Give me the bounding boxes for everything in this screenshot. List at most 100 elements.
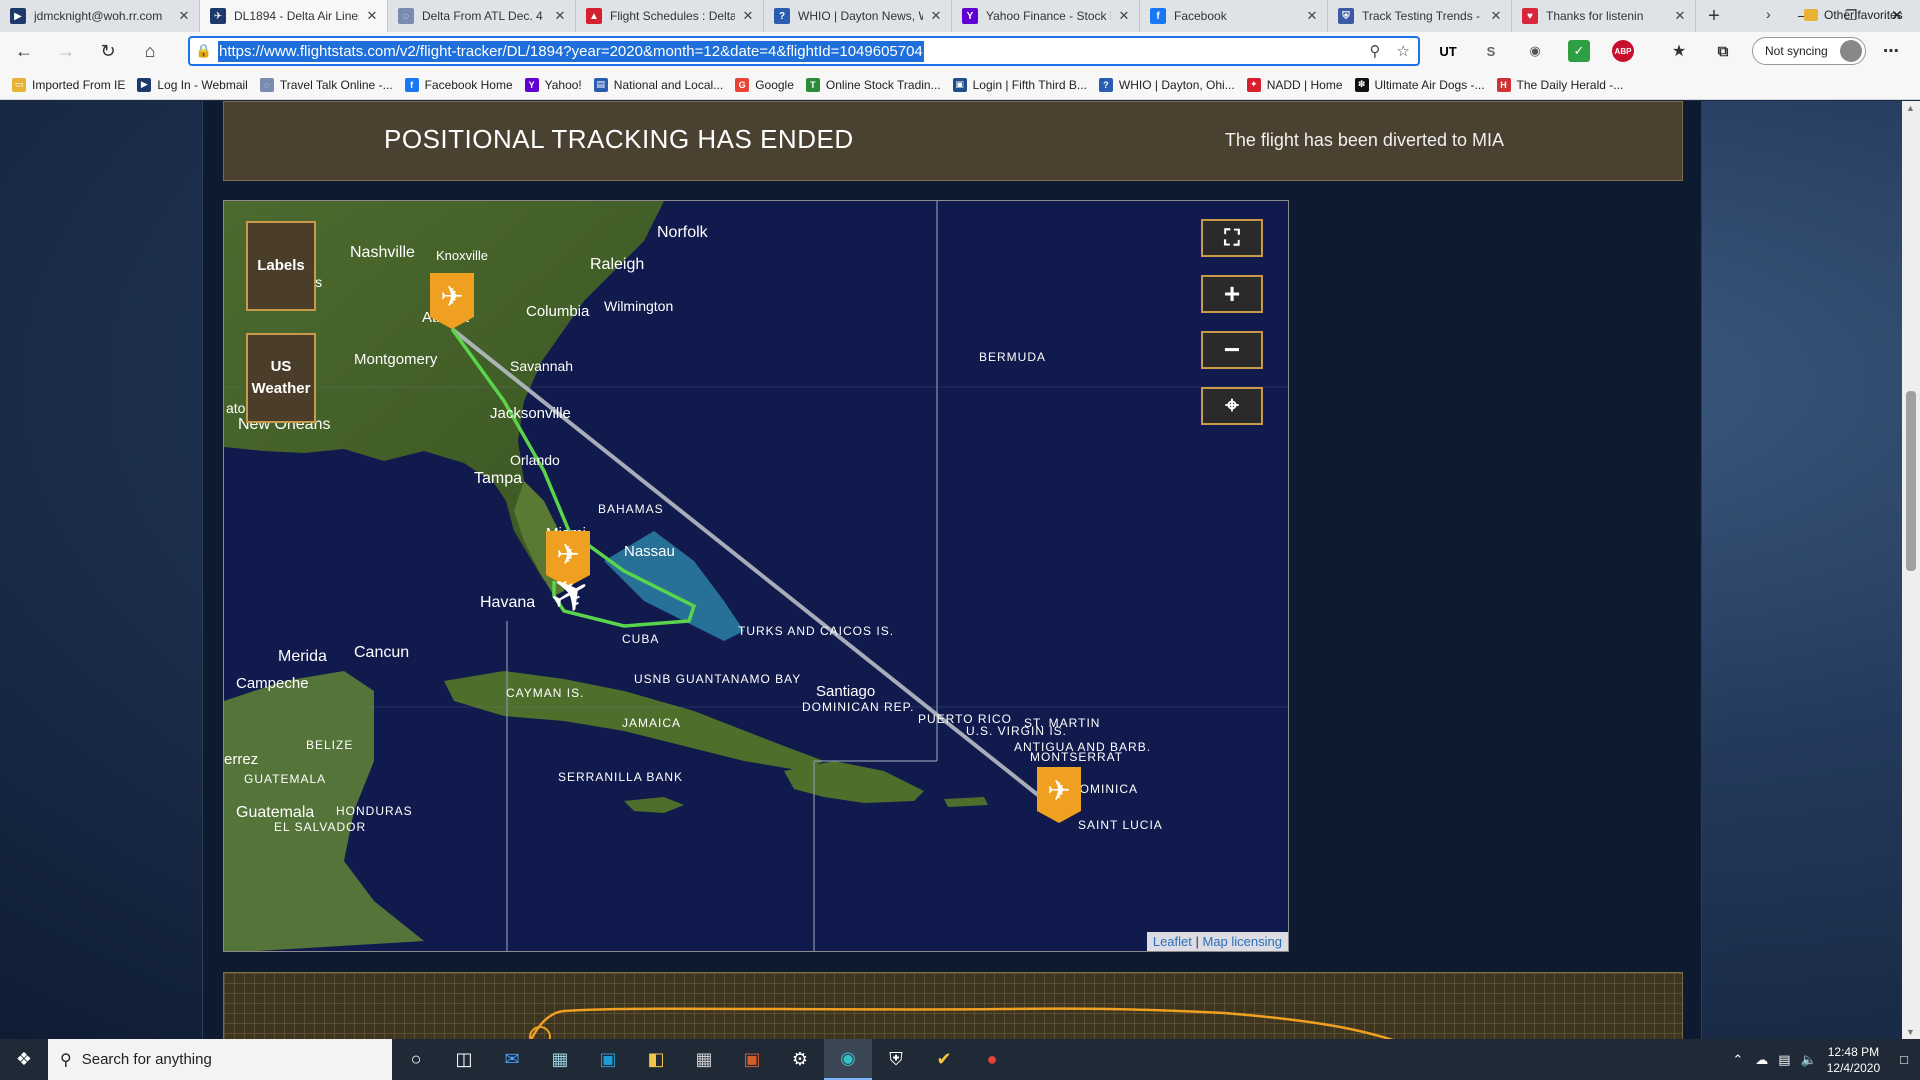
tab-close-icon[interactable]: ✕ [365, 8, 379, 24]
forward-button[interactable]: → [48, 36, 84, 66]
locate-crosshair-icon[interactable]: ⌖ [1201, 387, 1263, 425]
back-button[interactable]: ← [6, 36, 42, 66]
edge-browser-icon[interactable]: ◉ [824, 1039, 872, 1080]
new-tab-button[interactable]: + [1696, 0, 1732, 32]
tab-close-icon[interactable]: ✕ [1673, 8, 1687, 24]
bookmark-item[interactable]: ▣ Login | Fifth Third B... [952, 77, 1087, 92]
taskbar-search[interactable]: ⚲ Search for anything [48, 1039, 392, 1080]
extension-adblock-icon[interactable]: ABP [1612, 40, 1634, 62]
tab-strip: ▶ jdmcknight@woh.rr.com ✕ ✈ DL1894 - Delta A… [0, 0, 1920, 32]
search-icon[interactable]: ⚲ [1370, 42, 1381, 60]
bookmark-item[interactable]: ✽ Ultimate Air Dogs -... [1354, 77, 1485, 92]
bookmark-item[interactable]: ▭ Imported From IE [12, 77, 125, 92]
tab-close-icon[interactable]: ✕ [1489, 8, 1503, 24]
bookmark-item[interactable]: f Facebook Home [404, 77, 513, 92]
browser-tab[interactable]: f Facebook ✕ [1140, 0, 1328, 32]
bookmark-item[interactable]: ▶ Log In - Webmail [137, 77, 248, 92]
cortana-icon[interactable]: ○ [392, 1039, 440, 1080]
collections-icon[interactable]: ⧉ [1712, 40, 1734, 62]
browser-tab[interactable]: ◌ Delta From ATL Dec. 4 ✕ [388, 0, 576, 32]
bookmark-item[interactable]: T Online Stock Tradin... [805, 77, 941, 92]
volume-icon[interactable]: 🔈 [1801, 1052, 1817, 1068]
favorites-icon[interactable]: ★ [1668, 40, 1690, 62]
tab-close-icon[interactable]: ✕ [1117, 8, 1131, 24]
bookmark-item[interactable]: ▤ National and Local... [593, 77, 723, 92]
security-shield-icon[interactable]: ⛨ [872, 1039, 920, 1080]
tab-close-icon[interactable]: ✕ [1305, 8, 1319, 24]
tab-close-icon[interactable]: ✕ [553, 8, 567, 24]
address-bar[interactable]: 🔒 https://www.flightstats.com/v2/flight-… [188, 36, 1420, 66]
tab-close-icon[interactable]: ✕ [929, 8, 943, 24]
extension-s-icon[interactable]: S [1480, 40, 1502, 62]
tray-chevron-icon[interactable]: ⌃ [1732, 1052, 1743, 1068]
browser-tab[interactable]: ▲ Flight Schedules : Delta ✕ [576, 0, 764, 32]
lock-icon[interactable]: 🔒 [190, 43, 218, 59]
clock[interactable]: 12:48 PM 12/4/2020 [1827, 1044, 1880, 1076]
file-explorer-icon[interactable]: ◧ [632, 1039, 680, 1080]
windows-start-icon[interactable]: ❖ [0, 1039, 48, 1080]
map-licensing-link[interactable]: Map licensing [1203, 934, 1283, 949]
scrollbar-thumb[interactable] [1906, 391, 1916, 571]
tab-title: jdmcknight@woh.rr.com [34, 9, 163, 23]
store-icon[interactable]: ▦ [536, 1039, 584, 1080]
page-scrollbar[interactable]: ▲ ▼ [1902, 101, 1920, 1039]
bookmark-item[interactable]: ? WHIO | Dayton, Ohi... [1098, 77, 1235, 92]
search-icon: ⚲ [60, 1051, 72, 1069]
tab-close-icon[interactable]: ✕ [741, 8, 755, 24]
browser-tab[interactable]: Y Yahoo Finance - Stock M ✕ [952, 0, 1140, 32]
leaflet-link[interactable]: Leaflet [1153, 934, 1192, 949]
url-text[interactable]: https://www.flightstats.com/v2/flight-tr… [218, 40, 924, 62]
app-red-icon[interactable]: ▣ [728, 1039, 776, 1080]
destination-marker-sxm[interactable]: ✈ [1037, 767, 1081, 823]
scroll-up-icon[interactable]: ▲ [1906, 103, 1915, 113]
browser-tab[interactable]: ♥ Thanks for listenin ✕ [1512, 0, 1696, 32]
home-button[interactable]: ⌂ [132, 36, 168, 66]
browser-tab[interactable]: ? WHIO | Dayton News, W ✕ [764, 0, 952, 32]
zoom-in-button[interactable]: + [1201, 275, 1263, 313]
tab-favicon-icon: ◌ [398, 8, 414, 24]
browser-tab[interactable]: ✈ DL1894 - Delta Air Lines ✕ [200, 0, 388, 32]
zoom-out-button[interactable]: − [1201, 331, 1263, 369]
map-canvas[interactable]: Norfolk Nashville Knoxville Raleigh Wilmingt… [224, 201, 1289, 952]
bookmark-item[interactable]: G Google [735, 77, 794, 92]
labels-toggle-button[interactable]: Labels [246, 221, 316, 311]
bookmark-label: Ultimate Air Dogs -... [1374, 77, 1485, 92]
weather-button-line1: US [270, 358, 292, 375]
bookmark-item[interactable]: ✦ NADD | Home [1246, 77, 1343, 92]
extension-check-icon[interactable]: ✓ [1568, 40, 1590, 62]
scroll-down-icon[interactable]: ▼ [1906, 1027, 1915, 1037]
browser-tab[interactable]: ⛨ Track Testing Trends - A ✕ [1328, 0, 1512, 32]
browser-tab[interactable]: ▶ jdmcknight@woh.rr.com ✕ [0, 0, 200, 32]
task-view-icon[interactable]: ◫ [440, 1039, 488, 1080]
svg-text:✈: ✈ [440, 280, 463, 313]
altitude-profile [529, 1007, 1395, 1039]
network-icon[interactable]: ▤ [1778, 1052, 1790, 1068]
us-weather-toggle-button[interactable]: US Weather [246, 333, 316, 423]
bookmark-item[interactable]: Y Yahoo! [524, 77, 582, 92]
tab-favicon-icon: ▶ [10, 8, 26, 24]
chrome-icon[interactable]: ● [968, 1039, 1016, 1080]
bookmark-label: Travel Talk Online -... [279, 77, 393, 92]
tab-close-icon[interactable]: ✕ [177, 8, 191, 24]
favorite-star-icon[interactable]: ☆ [1397, 42, 1410, 60]
bookmarks-more-chevron-icon[interactable]: › [1766, 6, 1771, 22]
settings-gear-icon[interactable]: ⚙ [776, 1039, 824, 1080]
outlook-icon[interactable]: ▣ [584, 1039, 632, 1080]
other-favorites[interactable]: Other favorites [1804, 8, 1903, 22]
extension-ut-icon[interactable]: UT [1437, 40, 1459, 62]
notifications-icon[interactable]: □ [1900, 1052, 1908, 1067]
refresh-button[interactable]: ↻ [90, 36, 126, 66]
onedrive-cloud-icon[interactable]: ☁ [1755, 1052, 1768, 1068]
mail-icon[interactable]: ✉ [488, 1039, 536, 1080]
flight-map[interactable]: Norfolk Nashville Knoxville Raleigh Wilmingt… [223, 200, 1289, 952]
calculator-icon[interactable]: ▦ [680, 1039, 728, 1080]
extension-circle-icon[interactable]: ◉ [1524, 40, 1546, 62]
fullscreen-icon[interactable]: ⛶ [1201, 219, 1263, 257]
settings-menu-icon[interactable]: ⋯ [1880, 40, 1902, 62]
tab-favicon-icon: ? [774, 8, 790, 24]
bookmark-item[interactable]: ◌ Travel Talk Online -... [259, 77, 393, 92]
bookmark-item[interactable]: H The Daily Herald -... [1496, 77, 1623, 92]
folder-icon [1804, 9, 1818, 21]
tasks-check-icon[interactable]: ✔ [920, 1039, 968, 1080]
profile-sync-button[interactable]: Not syncing [1752, 37, 1866, 65]
